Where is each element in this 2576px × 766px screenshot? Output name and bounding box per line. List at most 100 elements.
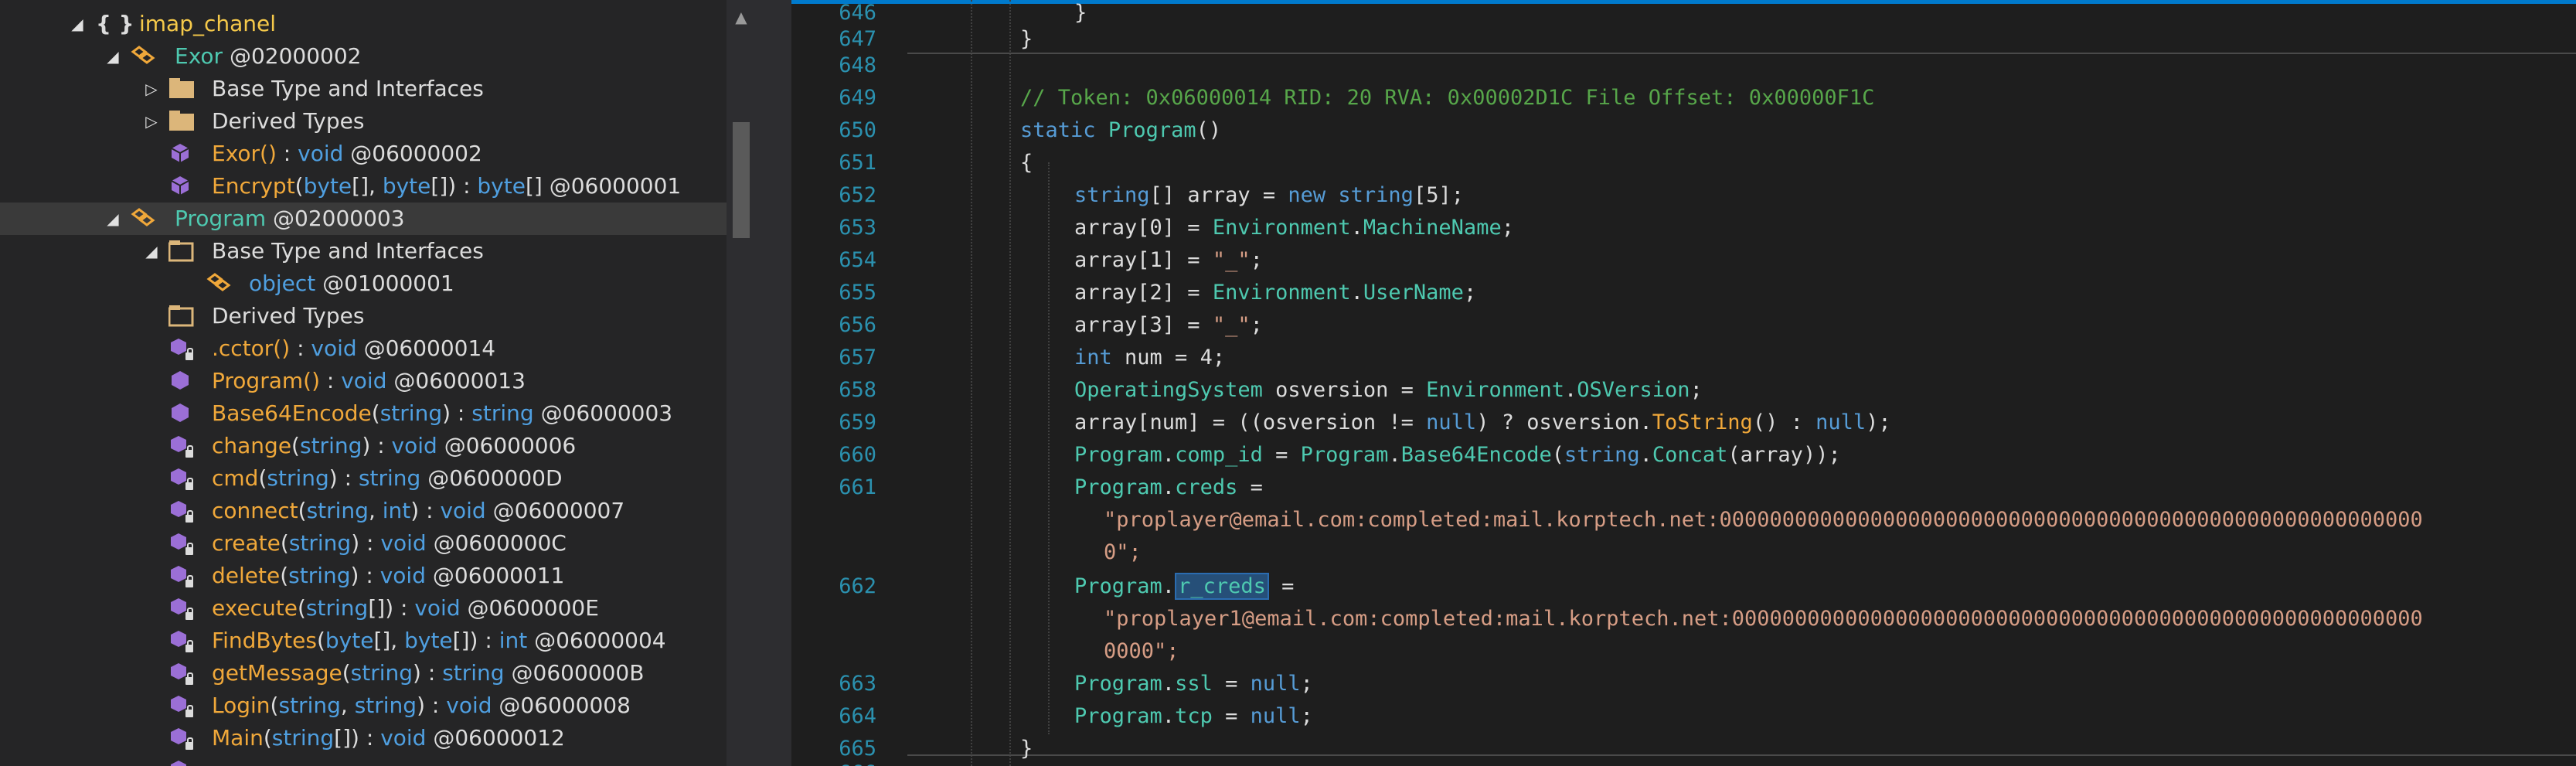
tree-node-method[interactable]: ... (0, 754, 727, 766)
panel-divider[interactable] (756, 0, 791, 766)
line-number: 659 (839, 410, 876, 434)
line-number: 657 (839, 346, 876, 369)
class-icon (130, 40, 158, 73)
code-line-comment[interactable]: // Token: 0x06000014 RID: 20 RVA: 0x0000… (1020, 82, 1874, 114)
private-method-icon (168, 625, 196, 657)
line-number: 655 (839, 281, 876, 305)
collapse-arrow-icon[interactable]: ◢ (104, 203, 122, 235)
collapse-arrow-icon[interactable]: ◢ (104, 40, 122, 73)
tree-node-method[interactable]: execute(string[]) : void @0600000E (0, 592, 727, 625)
tree-node-method[interactable]: .cctor() : void @06000014 (0, 332, 727, 365)
line-number: 664 (839, 704, 876, 728)
method-separator (907, 754, 2576, 756)
code-line[interactable]: array[3] = "_"; (1074, 309, 1263, 342)
tree-node-method[interactable]: Main(string[]) : void @06000012 (0, 722, 727, 754)
line-number: 650 (839, 118, 876, 142)
code-line[interactable]: array[0] = Environment.MachineName; (1074, 212, 1514, 244)
method-separator (907, 53, 2576, 54)
code-editor[interactable]: 646 647 648 649 650 651 652 653 654 655 … (791, 0, 2576, 766)
namespace-label: imap_chanel (139, 11, 277, 36)
editor-accent-bar (791, 0, 2576, 4)
tree-node-class-exor[interactable]: ◢ Exor @02000002 (0, 40, 727, 73)
tree-node-method[interactable]: create(string) : void @0600000C (0, 527, 727, 560)
line-number: 662 (839, 574, 876, 598)
private-method-icon (168, 560, 196, 592)
tree-node-method[interactable]: Base64Encode(string) : string @06000003 (0, 397, 727, 430)
line-number: 653 (839, 216, 876, 240)
method-cube-icon (168, 170, 196, 203)
private-method-icon (168, 332, 196, 365)
code-line[interactable]: Program.comp_id = Program.Base64Encode(s… (1074, 439, 1841, 472)
highlighted-identifier: r_creds (1175, 573, 1269, 600)
tree-node-method[interactable]: Program() : void @06000013 (0, 365, 727, 397)
code-line[interactable]: } (1020, 23, 1033, 56)
tree-node-method[interactable]: delete(string) : void @06000011 (0, 560, 727, 592)
folder-icon (168, 105, 196, 138)
tree-node-method[interactable]: Encrypt(byte[], byte[]) : byte[] @060000… (0, 170, 727, 203)
line-number: 651 (839, 151, 876, 175)
code-line[interactable]: Program.ssl = null; (1074, 668, 1313, 700)
line-number: 656 (839, 313, 876, 337)
tree-node-object[interactable]: object @01000001 (0, 267, 727, 300)
tree-node-method[interactable]: connect(string, int) : void @06000007 (0, 495, 727, 527)
method-cube-icon (168, 365, 196, 397)
line-number: 663 (839, 672, 876, 696)
code-line[interactable]: } (1074, 0, 1087, 29)
code-line[interactable]: array[1] = "_"; (1074, 244, 1263, 277)
private-method-icon (168, 527, 196, 560)
tree-node-base-types[interactable]: ▷ Base Type and Interfaces (0, 73, 727, 105)
collapse-arrow-icon[interactable]: ◢ (142, 235, 161, 267)
tree-node-method[interactable]: Exor() : void @06000002 (0, 138, 727, 170)
folder-icon (168, 73, 196, 105)
code-line[interactable]: string[] array = new string[5]; (1074, 179, 1464, 212)
code-line[interactable]: OperatingSystem osversion = Environment.… (1074, 374, 1703, 407)
collapse-arrow-icon[interactable]: ◢ (68, 8, 87, 40)
code-line[interactable]: array[num] = ((osversion != null) ? osve… (1074, 407, 1891, 439)
tree-node-method[interactable]: change(string) : void @06000006 (0, 430, 727, 462)
expand-arrow-icon[interactable]: ▷ (142, 73, 161, 105)
expand-arrow-icon[interactable]: ▷ (142, 105, 161, 138)
code-line[interactable]: array[2] = Environment.UserName; (1074, 277, 1476, 309)
tree-node-derived-types[interactable]: Derived Types (0, 300, 727, 332)
tree-node-method[interactable]: getMessage(string) : string @0600000B (0, 657, 727, 689)
tree-node-derived-types[interactable]: ▷ Derived Types (0, 105, 727, 138)
tree-scrollbar[interactable]: ▲ (727, 0, 756, 766)
code-line[interactable]: static Program() (1020, 114, 1221, 147)
code-line[interactable]: int num = 4; (1074, 342, 1225, 374)
code-line-string[interactable]: 0"; (1104, 536, 1142, 569)
folder-open-icon (168, 235, 196, 267)
private-method-icon (168, 754, 196, 766)
private-method-icon (168, 657, 196, 689)
code-line[interactable]: Program.tcp = null; (1074, 700, 1313, 733)
assembly-explorer-tree: ◢ { } imap_chanel ◢ Exor @02000002 ▷ Bas… (0, 0, 727, 766)
code-line[interactable]: } (1020, 733, 1033, 765)
method-cube-icon (168, 138, 196, 170)
folder-open-icon (168, 300, 196, 332)
tree-node-class-program[interactable]: ◢ Program @02000003 (0, 203, 727, 235)
private-method-icon (168, 722, 196, 754)
scroll-up-icon[interactable]: ▲ (727, 0, 756, 34)
tree-node-method[interactable]: Login(string, string) : void @06000008 (0, 689, 727, 722)
private-method-icon (168, 689, 196, 722)
line-number: 660 (839, 443, 876, 467)
code-line-string[interactable]: "proplayer1@email.com:completed:mail.kor… (1104, 603, 2423, 635)
private-method-icon (168, 430, 196, 462)
private-method-icon (168, 462, 196, 495)
tree-node-base-types[interactable]: ◢ Base Type and Interfaces (0, 235, 727, 267)
code-line-string[interactable]: "proplayer@email.com:completed:mail.korp… (1104, 504, 2423, 536)
line-number: 654 (839, 248, 876, 272)
code-line[interactable]: Program. r_creds = (1074, 570, 1294, 603)
scrollbar-thumb[interactable] (733, 122, 750, 238)
line-number: 652 (839, 183, 876, 207)
code-line[interactable]: Program.creds = (1074, 472, 1263, 504)
code-line[interactable]: { (1020, 147, 1033, 179)
code-line-string[interactable]: 0000"; (1104, 635, 1179, 668)
line-number: 661 (839, 475, 876, 499)
tree-node-namespace[interactable]: ◢ { } imap_chanel (0, 8, 727, 40)
private-method-icon (168, 592, 196, 625)
class-icon (130, 203, 158, 235)
tree-node-method[interactable]: FindBytes(byte[], byte[]) : int @0600000… (0, 625, 727, 657)
line-number: 648 (839, 53, 876, 77)
tree-node-method[interactable]: cmd(string) : string @0600000D (0, 462, 727, 495)
class-icon (206, 267, 233, 300)
